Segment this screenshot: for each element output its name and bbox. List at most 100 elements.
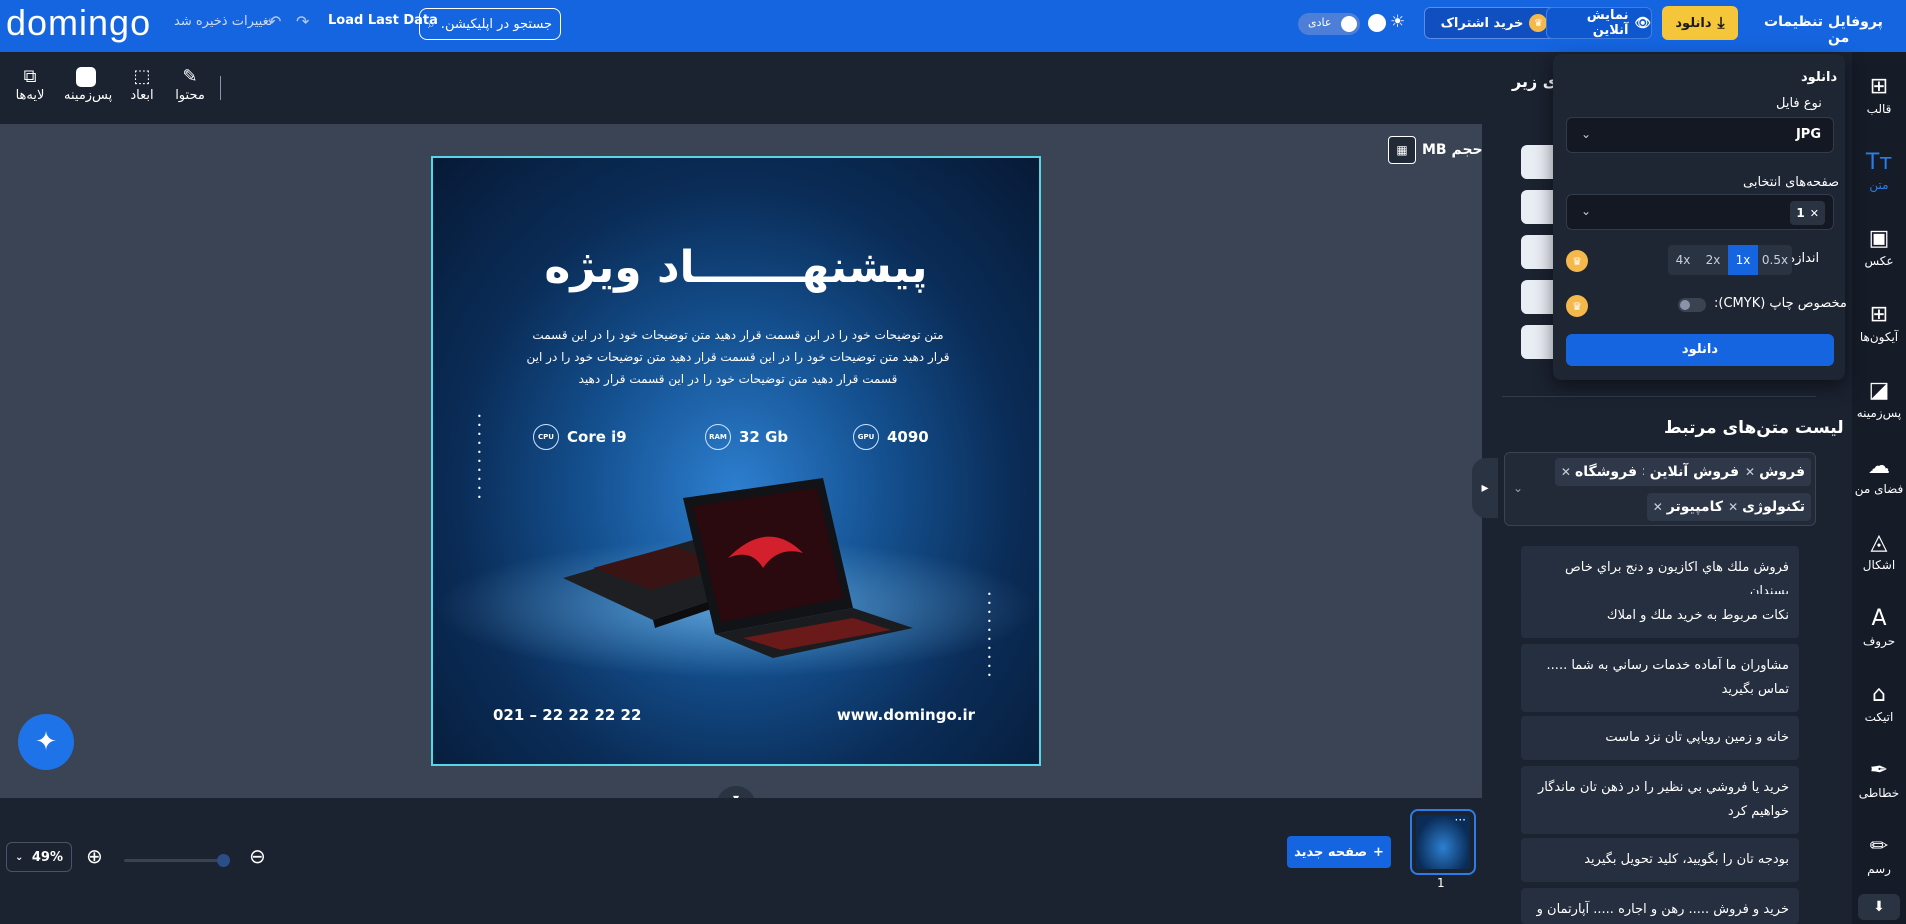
tag-chip[interactable]: فروشگاه ✕ [1554, 458, 1643, 486]
template-icon: ⊞ [1869, 74, 1889, 99]
zoom-value: 49% [31, 849, 63, 865]
file-type-label: نوع فایل [1776, 96, 1822, 111]
sidebar-scroll-down-button[interactable]: ⬇ [1858, 894, 1900, 920]
tag-chip[interactable]: فروش ✕ [1739, 458, 1811, 486]
background-label: پس‌زمینه [64, 88, 113, 103]
page-chip[interactable]: 1 ✕ [1790, 201, 1825, 225]
download-confirm-button[interactable]: دانلود [1566, 334, 1834, 366]
design-description[interactable]: متن توضیحات خود را در این قسمت قرار دهید… [523, 324, 953, 390]
download-button[interactable]: ⤓ دانلود [1662, 6, 1738, 40]
spec-ram[interactable]: RAM 32 Gb [705, 424, 788, 450]
tag-input[interactable]: ⌄ فروش✕ فروش آنلاین✕ فروشگاه✕ تکنولوژی✕ … [1504, 452, 1816, 526]
subscription-button[interactable]: ♛ خرید اشتراک [1424, 7, 1564, 39]
theme-toggle[interactable] [1368, 14, 1386, 32]
remove-tag-icon[interactable]: ✕ [1728, 500, 1738, 514]
sidebar-item-my-space[interactable]: ☁ فضای من [1852, 452, 1906, 496]
zoom-in-icon[interactable]: ⊕ [86, 844, 103, 868]
file-type-select[interactable]: JPG ⌄ [1566, 117, 1834, 153]
tag-chip[interactable]: کامپیوتر ✕ [1646, 493, 1729, 521]
spec-cpu[interactable]: CPU Core i9 [533, 424, 627, 450]
undo-icon[interactable]: ↶ [268, 12, 281, 31]
content-tool[interactable]: ✎ محتوا [168, 66, 212, 103]
pages-select[interactable]: 1 ✕ ⌄ [1566, 194, 1834, 230]
layers-tool[interactable]: ⧉ لایه‌ها [8, 66, 52, 103]
zoom-slider[interactable] [124, 854, 230, 867]
zoom-slider-thumb[interactable] [217, 854, 230, 867]
design-phone[interactable]: 021 – 22 22 22 22 [493, 706, 641, 724]
sidebar-item-label: رسم [1867, 862, 1891, 876]
size-option[interactable]: 0.5x [1758, 245, 1792, 275]
tag-label: تکنولوژی [1742, 499, 1805, 515]
search-placeholder: جستجو در اپلیکیشن... [440, 16, 552, 32]
suggestion-item[interactable]: بودجه تان را بگوييد، كليد تحويل بگيريد [1521, 838, 1799, 882]
sidebar-item-draw[interactable]: ✏ رسم [1852, 832, 1906, 876]
collapse-panel-button[interactable]: ▸ [1472, 458, 1498, 518]
tag-chip[interactable]: تکنولوژی ✕ [1722, 493, 1811, 521]
remove-tag-icon[interactable]: ✕ [1745, 465, 1755, 479]
chevron-down-icon: ⌄ [15, 851, 24, 863]
sidebar-item-background[interactable]: ◪ پس‌زمینه [1852, 376, 1906, 420]
eye-icon: 👁 [1634, 15, 1651, 31]
more-icon[interactable]: ··· [1455, 813, 1466, 827]
text-icon: Tт [1865, 150, 1893, 175]
suggestion-item[interactable]: نكات مربوط به خريد ملك و املاك [1521, 594, 1799, 638]
resize-icon: ⬚ [133, 66, 151, 87]
crown-icon: ♛ [1529, 14, 1548, 32]
gpu-value: 4090 [887, 428, 929, 446]
sidebar-item-calligraphy[interactable]: ✒ خطاطی [1852, 756, 1906, 800]
dimensions-tool[interactable]: ⬚ ابعاد [120, 66, 164, 103]
suggestion-item[interactable]: خانه و زمين روياپي تان نزد ماست [1521, 716, 1799, 760]
design-canvas[interactable]: پیشنهـــــــاد ویژه متن توضیحات خود را د… [431, 156, 1041, 766]
size-option[interactable]: 4x [1668, 245, 1698, 275]
online-view-button[interactable]: 👁 نمایش آنلاین [1546, 7, 1652, 39]
sidebar-item-label: آیکون‌ها [1859, 330, 1899, 344]
remove-tag-icon[interactable]: ✕ [1561, 465, 1571, 479]
sidebar-item-fonts[interactable]: A حروف [1852, 604, 1906, 648]
print-cmyk-toggle[interactable] [1678, 298, 1706, 312]
size-selector[interactable]: 4x 2x 1x 0.5x [1668, 245, 1792, 275]
chevron-down-icon[interactable]: ⌄ [1513, 481, 1523, 495]
page-chip-value: 1 [1796, 206, 1805, 220]
page-thumbnail[interactable]: ··· [1410, 809, 1476, 875]
suggestion-item[interactable]: خريد يا فروشي بي نظير را در ذهن تان ماند… [1521, 766, 1799, 834]
chevron-down-icon: ⌄ [1581, 127, 1592, 141]
sidebar-item-photo[interactable]: ▣ عکس [1852, 224, 1906, 268]
settings-link[interactable]: تنظیمات [1764, 14, 1823, 30]
new-page-button[interactable]: + صفحه جدید [1287, 836, 1391, 868]
zoom-select[interactable]: ⌄ 49% [6, 842, 72, 872]
size-option-selected[interactable]: 1x [1728, 245, 1758, 275]
magic-wand-button[interactable]: ✦ [18, 714, 74, 770]
download-icon: ⤓ [1717, 13, 1725, 32]
redo-icon[interactable]: ↷ [296, 12, 309, 31]
calculator-icon[interactable]: ▦ [1388, 136, 1416, 164]
design-title[interactable]: پیشنهـــــــاد ویژه [433, 242, 1039, 293]
design-url[interactable]: www.domingo.ir [837, 706, 975, 724]
chevron-down-icon: ⌄ [1581, 204, 1592, 218]
sidebar-item-icons[interactable]: ⊞ آیکون‌ها [1852, 300, 1906, 344]
suggestion-item[interactable]: خريد و فروش ..... رهن و اجاره ..... آپار… [1521, 888, 1799, 924]
plus-icon: + [1373, 844, 1384, 860]
laptop-image[interactable] [553, 458, 933, 658]
panel-divider [1502, 396, 1816, 397]
sidebar-item-shapes[interactable]: ◬ اشکال [1852, 528, 1906, 572]
suggestion-item[interactable]: مشاوران ما آماده خدمات رساني به شما ....… [1521, 644, 1799, 712]
tag-chip[interactable]: فروش آنلاین✕ [1629, 458, 1745, 486]
zoom-out-icon[interactable]: ⊖ [249, 844, 266, 868]
remove-tag-icon[interactable]: ✕ [1653, 500, 1663, 514]
profile-link[interactable]: پروفایل من [1828, 14, 1906, 46]
magic-wand-icon: ✦ [35, 727, 57, 757]
background-tool[interactable]: پس‌زمینه [64, 66, 113, 103]
mode-toggle[interactable]: عادی [1298, 13, 1360, 35]
sun-icon: ☀ [1390, 12, 1406, 32]
tag-label: فروش آنلاین [1649, 464, 1739, 480]
feather-icon: ✒ [1869, 758, 1889, 783]
grid-icon: ⊞ [1869, 302, 1889, 327]
size-option[interactable]: 2x [1698, 245, 1728, 275]
search-input[interactable]: ⌕ جستجو در اپلیکیشن... [419, 8, 561, 40]
sidebar-item-sticker[interactable]: ⌂ اتیکت [1852, 680, 1906, 724]
sidebar-item-template[interactable]: ⊞ قالب [1852, 72, 1906, 116]
spec-gpu[interactable]: GPU 4090 [853, 424, 929, 450]
sidebar-item-text[interactable]: Tт متن [1852, 148, 1906, 192]
remove-page-icon[interactable]: ✕ [1810, 207, 1819, 220]
tag-label: فروش [1759, 464, 1805, 480]
